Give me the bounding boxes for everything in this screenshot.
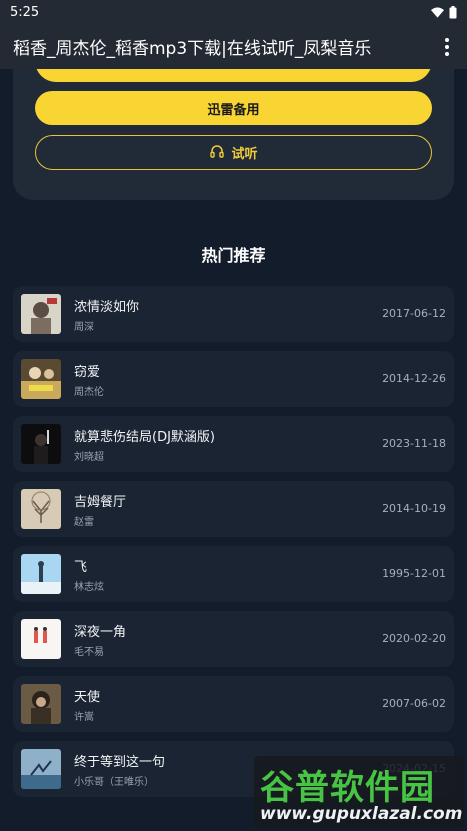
battery-icon — [449, 5, 457, 18]
song-row[interactable]: 就算悲伤结局(DJ默涵版) 刘晓超 2023-11-18 — [13, 416, 454, 472]
status-icons — [431, 5, 457, 19]
wifi-icon — [431, 7, 444, 18]
song-title: 终于等到这一句 — [74, 755, 166, 770]
section-title: 热门推荐 — [201, 246, 266, 265]
song-row[interactable]: 深夜一角 毛不易 2020-02-20 — [13, 611, 454, 667]
song-row[interactable]: 飞 林志炫 1995-12-01 — [13, 546, 454, 602]
song-artist: 毛不易 — [74, 647, 104, 658]
song-title: 浓情淡如你 — [74, 300, 140, 315]
song-row[interactable]: 窃爱 周杰伦 2014-12-26 — [13, 351, 454, 407]
headphones-icon — [209, 143, 225, 163]
song-artist: 小乐哥（王唯乐） — [74, 777, 154, 788]
album-cover — [21, 554, 61, 594]
song-artist: 刘晓超 — [74, 452, 104, 463]
song-date: 2020-02-20 — [382, 632, 446, 645]
song-title: 深夜一角 — [74, 625, 127, 640]
album-cover — [21, 684, 61, 724]
album-cover — [21, 489, 61, 529]
song-date: 1995-12-01 — [382, 567, 446, 580]
album-cover — [21, 424, 61, 464]
song-artist: 林志炫 — [74, 582, 104, 593]
watermark-title: 谷普软件园 — [260, 768, 435, 808]
album-cover — [21, 359, 61, 399]
thunder-backup-label: 迅雷备用 — [207, 102, 260, 118]
song-row[interactable]: 吉姆餐厅 赵雷 2014-10-19 — [13, 481, 454, 537]
song-artist: 周深 — [74, 322, 94, 333]
song-artist: 赵雷 — [74, 517, 94, 528]
album-cover — [21, 749, 61, 789]
more-options-icon[interactable] — [437, 35, 457, 59]
song-date: 2014-10-19 — [382, 502, 446, 515]
status-bar: 5:25 — [0, 0, 467, 24]
app-bar: 稻香_周杰伦_稻香mp3下载|在线试听_凤梨音乐 — [0, 24, 467, 69]
song-date: 2014-12-26 — [382, 372, 446, 385]
song-artist: 许嵩 — [74, 712, 94, 723]
listen-button-label: 试听 — [231, 147, 258, 162]
song-date: 2023-11-18 — [382, 437, 446, 450]
song-title: 天使 — [74, 690, 101, 705]
album-cover — [21, 619, 61, 659]
thunder-backup-button[interactable]: 迅雷备用 — [35, 91, 432, 125]
watermark-logo: 谷普软件园 www.gupuxlazal.com — [254, 756, 464, 828]
song-row[interactable]: 天使 许嵩 2007-06-02 — [13, 676, 454, 732]
song-artist: 周杰伦 — [74, 387, 104, 398]
song-date: 2017-06-12 — [382, 307, 446, 320]
status-time: 5:25 — [10, 4, 40, 20]
watermark-url: www.gupuxlazal.com — [260, 804, 463, 824]
song-title: 就算悲伤结局(DJ默涵版) — [74, 430, 215, 445]
song-title: 飞 — [74, 560, 88, 575]
song-title: 窃爱 — [74, 365, 101, 380]
page-title: 稻香_周杰伦_稻香mp3下载|在线试听_凤梨音乐 — [13, 39, 372, 59]
listen-button[interactable]: 试听 — [35, 135, 432, 170]
song-row[interactable]: 浓情淡如你 周深 2017-06-12 — [13, 286, 454, 342]
song-title: 吉姆餐厅 — [74, 495, 127, 510]
album-cover — [21, 294, 61, 334]
song-date: 2007-06-02 — [382, 697, 446, 710]
